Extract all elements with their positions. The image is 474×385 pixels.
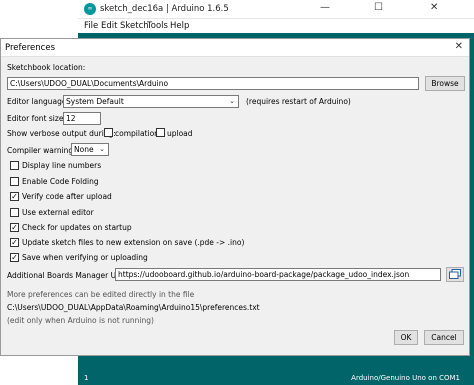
menu-help[interactable]: Help [170,21,189,31]
ok-button[interactable]: OK [394,330,418,345]
font-size-label: Editor font size: [7,114,66,123]
more-preferences-note: More preferences can be edited directly … [7,290,195,299]
sketchbook-location-input[interactable]: C:\Users\UDOO_DUAL\Documents\Arduino [7,77,419,90]
status-line-number: 1 [84,374,89,382]
compilation-label: compilation [115,129,159,138]
editor-language-label: Editor language: [7,97,70,106]
update-extension-checkbox[interactable]: ✓ [10,238,19,247]
compiler-warnings-value: None [74,145,94,154]
verbose-output-label: Show verbose output during: [7,129,116,138]
boards-manager-urls-label: Additional Boards Manager URLs: [7,271,132,280]
edit-only-note: (edit only when Arduino is not running) [7,316,154,325]
cancel-button[interactable]: Cancel [424,330,464,345]
ide-status-bar: 1 Arduino/Genuino Uno on COM1 [78,371,474,385]
editor-language-value: System Default [66,97,124,106]
menu-edit[interactable]: Edit [101,21,117,31]
browse-button[interactable]: Browse [425,76,465,91]
preferences-dialog: Preferences ✕ Sketchbook location: C:\Us… [0,38,470,356]
preferences-file-path[interactable]: C:\Users\UDOO_DUAL\AppData\Roaming\Ardui… [7,303,260,312]
enable-code-folding-checkbox[interactable] [10,177,19,186]
boards-manager-urls-input[interactable]: https://udooboard.github.io/arduino-boar… [115,268,441,281]
upload-checkbox[interactable] [156,128,165,137]
compiler-warnings-label: Compiler warnings: [7,146,80,155]
display-line-numbers-checkbox[interactable] [10,161,19,170]
window-list-icon [449,269,461,279]
arduino-logo-icon: ∞ [84,3,96,15]
close-icon[interactable]: ✕ [455,41,463,52]
dialog-title: Preferences [5,43,55,53]
save-when-verifying-label: Save when verifying or uploading [22,253,148,262]
font-size-input[interactable]: 12 [63,112,101,125]
update-extension-label: Update sketch files to new extension on … [22,238,245,247]
upload-label: upload [167,129,193,138]
ide-menubar: File Edit Sketch Tools Help [78,19,474,33]
maximize-button[interactable]: ☐ [374,3,383,13]
display-line-numbers-label: Display line numbers [22,161,102,170]
edit-urls-button[interactable] [446,267,464,282]
verify-code-label: Verify code after upload [22,192,112,201]
close-window-button[interactable]: ✕ [430,3,438,13]
sketchbook-location-label: Sketchbook location: [7,63,86,72]
status-board: Arduino/Genuino Uno on COM1 [351,374,460,382]
check-updates-checkbox[interactable]: ✓ [10,223,19,232]
menu-file[interactable]: File [84,21,98,31]
check-updates-label: Check for updates on startup [22,223,132,232]
editor-language-select[interactable]: System Default ⌄ [63,95,239,108]
ide-titlebar: ∞ sketch_dec16a | Arduino 1.6.5 — ☐ ✕ [78,0,474,19]
menu-tools[interactable]: Tools [147,21,168,31]
requires-restart-note: (requires restart of Arduino) [246,97,351,106]
chevron-down-icon: ⌄ [99,145,105,153]
minimize-button[interactable]: — [320,3,330,13]
save-when-verifying-checkbox[interactable]: ✓ [10,253,19,262]
use-external-editor-label: Use external editor [22,208,94,217]
menu-sketch[interactable]: Sketch [120,21,149,31]
compiler-warnings-select[interactable]: None ⌄ [71,143,109,156]
compilation-checkbox[interactable] [104,128,113,137]
use-external-editor-checkbox[interactable] [10,208,19,217]
dialog-titlebar: Preferences ✕ [1,39,469,57]
chevron-down-icon: ⌄ [229,97,235,105]
enable-code-folding-label: Enable Code Folding [22,177,99,186]
verify-code-checkbox[interactable]: ✓ [10,192,19,201]
ide-window-title: sketch_dec16a | Arduino 1.6.5 [100,4,229,14]
